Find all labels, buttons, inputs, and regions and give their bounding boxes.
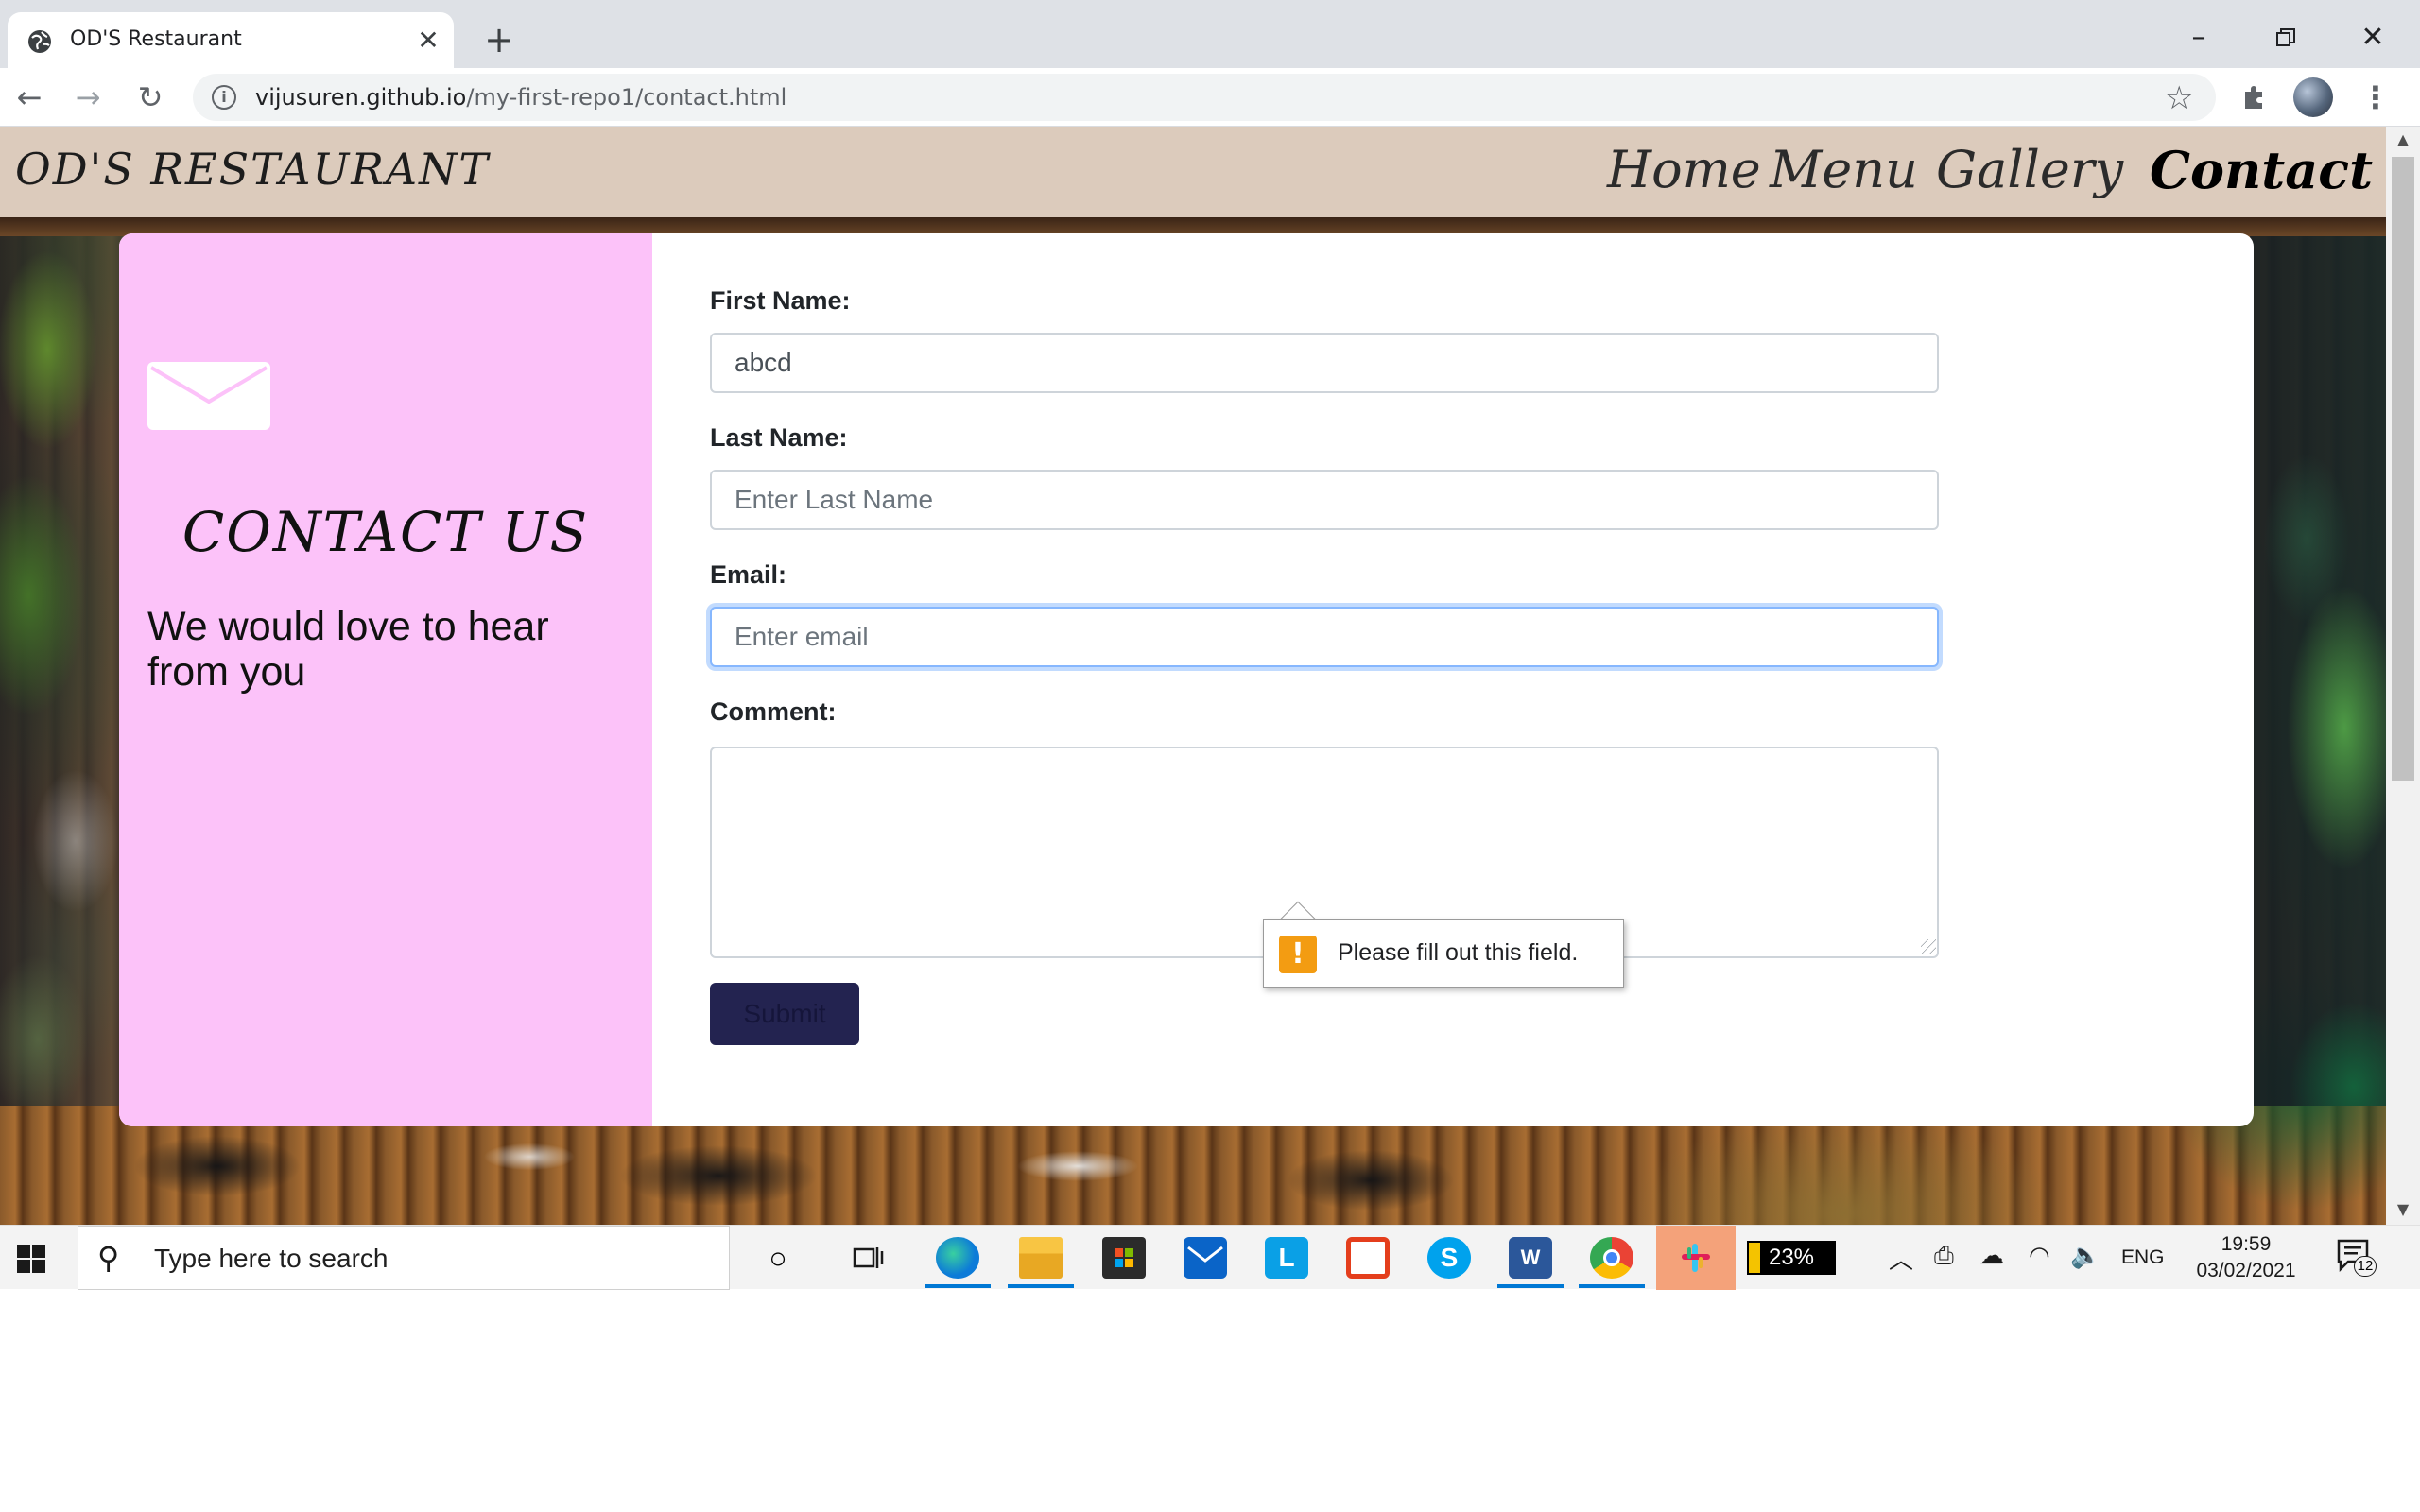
explorer-active-indicator <box>1008 1284 1074 1288</box>
onedrive-icon[interactable]: ☁ <box>1979 1241 2004 1270</box>
back-icon[interactable]: ← <box>11 79 47 115</box>
scroll-thumb[interactable] <box>2392 157 2414 781</box>
browser-tab[interactable]: OD'S Restaurant ✕ <box>8 12 454 68</box>
validation-tooltip: ! Please fill out this field. <box>1263 919 1624 988</box>
windows-taskbar: ⚲ Type here to search ○ L S W 23% ︿ ⎙ ☁ … <box>0 1225 2420 1290</box>
contact-card: CONTACT US We would love to hear from yo… <box>119 233 2254 1126</box>
email-input[interactable] <box>710 607 1939 667</box>
taskbar-search-placeholder: Type here to search <box>154 1244 389 1273</box>
clock-date: 03/02/2021 <box>2196 1260 2296 1281</box>
close-window-icon[interactable]: ✕ <box>2344 17 2401 59</box>
system-clock[interactable]: 19:59 03/02/2021 <box>2180 1231 2312 1284</box>
background-right-plant <box>2250 236 2386 1106</box>
taskbar-search-box[interactable]: ⚲ Type here to search <box>78 1226 730 1290</box>
skype-icon[interactable]: S <box>1427 1237 1471 1279</box>
info-icon[interactable]: i <box>212 85 236 110</box>
nav-home[interactable]: Home <box>1607 140 1761 199</box>
globe-icon <box>28 30 51 53</box>
windows-start-icon[interactable] <box>17 1245 45 1273</box>
browser-toolbar: ← → ↻ i vijusuren.github.io/my-first-rep… <box>0 68 2420 127</box>
chrome-active-indicator <box>1579 1284 1645 1288</box>
notification-count: 12 <box>2354 1256 2377 1277</box>
office-icon[interactable] <box>1346 1237 1390 1279</box>
battery-percent: 23% <box>1768 1245 1815 1270</box>
slack-icon[interactable] <box>1656 1226 1736 1290</box>
page-scrollbar[interactable]: ▲ ▼ <box>2386 127 2420 1225</box>
contact-subtitle: We would love to hear from you <box>147 604 549 695</box>
meet-now-icon[interactable]: ⎙ <box>1934 1241 1954 1271</box>
edge-active-indicator <box>925 1284 991 1288</box>
nav-menu[interactable]: Menu <box>1770 140 1918 199</box>
file-explorer-icon[interactable] <box>1019 1237 1063 1279</box>
background-tables <box>0 1128 2386 1225</box>
chrome-icon[interactable] <box>1590 1237 1634 1279</box>
address-bar[interactable]: i vijusuren.github.io/my-first-repo1/con… <box>193 74 2216 121</box>
contact-info-panel: CONTACT US We would love to hear from yo… <box>119 233 652 1126</box>
url-text[interactable]: vijusuren.github.io/my-first-repo1/conta… <box>255 84 786 111</box>
star-icon[interactable]: ☆ <box>2165 79 2193 117</box>
menu-icon[interactable]: ⋮ <box>2360 77 2392 117</box>
mail-icon[interactable] <box>1184 1237 1227 1279</box>
clock-time: 19:59 <box>2221 1233 2272 1255</box>
resize-handle-icon[interactable] <box>1921 939 1936 954</box>
site-header: OD'S RESTAURANT Home Menu Gallery Contac… <box>0 127 2386 217</box>
volume-icon[interactable]: 🔈 <box>2070 1241 2100 1270</box>
restore-icon[interactable] <box>2257 17 2314 59</box>
reload-icon[interactable]: ↻ <box>132 79 168 115</box>
screen: OD'S Restaurant ✕ + – ✕ ← → ↻ i vijusure… <box>0 0 2420 1512</box>
browser-tab-strip: OD'S Restaurant ✕ + – ✕ <box>0 0 2420 68</box>
url-host: vijusuren.github.io <box>255 84 467 111</box>
minimize-icon[interactable]: – <box>2170 17 2227 59</box>
edge-icon[interactable] <box>936 1237 979 1279</box>
site-brand[interactable]: OD'S RESTAURANT <box>15 144 490 195</box>
nav-contact[interactable]: Contact <box>2150 140 2373 200</box>
lens-icon[interactable]: L <box>1265 1237 1308 1279</box>
cortana-icon[interactable]: ○ <box>756 1237 800 1279</box>
tab-close-icon[interactable]: ✕ <box>416 27 441 54</box>
first-name-input[interactable] <box>710 333 1939 393</box>
battery-indicator[interactable]: 23% <box>1747 1241 1836 1275</box>
word-icon[interactable]: W <box>1509 1237 1552 1279</box>
envelope-icon <box>147 362 270 430</box>
store-icon[interactable] <box>1102 1237 1146 1279</box>
search-icon: ⚲ <box>97 1240 120 1276</box>
battery-fill <box>1749 1243 1760 1273</box>
background-left-plant <box>0 236 132 1106</box>
last-name-label: Last Name: <box>710 423 848 452</box>
validation-message: Please fill out this field. <box>1338 939 1579 966</box>
warning-icon: ! <box>1279 936 1317 973</box>
profile-avatar[interactable] <box>2293 77 2333 117</box>
task-view-icon[interactable] <box>847 1237 890 1279</box>
contact-title: CONTACT US <box>182 500 590 564</box>
scroll-up-icon[interactable]: ▲ <box>2386 130 2420 153</box>
nav-gallery[interactable]: Gallery <box>1936 140 2123 199</box>
wifi-icon[interactable]: ◠ <box>2029 1241 2050 1270</box>
word-active-indicator <box>1497 1284 1564 1288</box>
scroll-down-icon[interactable]: ▼ <box>2386 1200 2420 1223</box>
language-indicator[interactable]: ENG <box>2121 1246 2165 1269</box>
email-label: Email: <box>710 560 787 589</box>
submit-button[interactable]: Submit <box>710 983 859 1045</box>
tab-title: OD'S Restaurant <box>70 27 242 51</box>
extensions-icon[interactable] <box>2237 79 2273 115</box>
page-viewport: OD'S RESTAURANT Home Menu Gallery Contac… <box>0 127 2386 1225</box>
url-path: /my-first-repo1/contact.html <box>466 84 787 111</box>
forward-icon[interactable]: → <box>70 79 106 115</box>
notification-icon[interactable]: 12 <box>2337 1239 2378 1277</box>
tray-chevron-icon[interactable]: ︿ <box>1889 1241 1913 1276</box>
comment-label: Comment: <box>710 697 837 726</box>
new-tab-button[interactable]: + <box>480 21 518 59</box>
last-name-input[interactable] <box>710 470 1939 530</box>
first-name-label: First Name: <box>710 286 851 315</box>
